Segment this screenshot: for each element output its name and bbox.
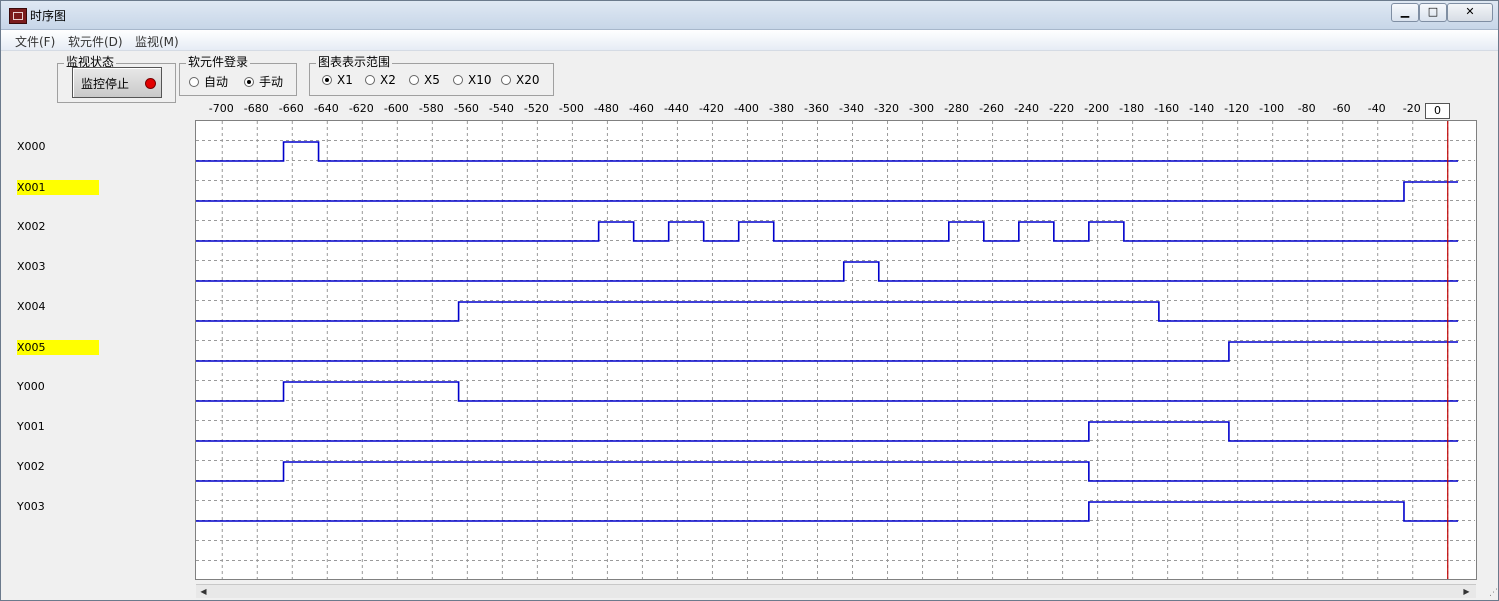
- device-registration-title: 软元件登录: [186, 55, 251, 69]
- axis-tick-label: -260: [979, 102, 1004, 115]
- axis-tick-label: -340: [839, 102, 864, 115]
- axis-tick-label: -60: [1333, 102, 1351, 115]
- monitor-stop-button[interactable]: 监控停止: [72, 67, 162, 98]
- resize-grip-icon[interactable]: ⋰: [1489, 588, 1498, 598]
- timeline-axis: -700 -680 -660 -640 -620 -600 -580 -560 -540 -520…: [209, 102, 1421, 115]
- axis-tick-label: -180: [1119, 102, 1144, 115]
- axis-tick-label: -420: [699, 102, 724, 115]
- minimize-button[interactable]: ▁: [1391, 3, 1419, 22]
- signal-label-y002[interactable]: Y002: [17, 459, 99, 474]
- axis-tick-label: -360: [804, 102, 829, 115]
- timing-chart-area[interactable]: [195, 120, 1477, 580]
- axis-tick-label: -460: [629, 102, 654, 115]
- signal-label-y000[interactable]: Y000: [17, 379, 99, 394]
- radio-x20-label: X20: [516, 73, 540, 87]
- signal-label-x003[interactable]: X003: [17, 259, 99, 274]
- radio-manual-label: 手动: [259, 75, 284, 89]
- radio-x20[interactable]: X20: [501, 73, 540, 87]
- radio-x1[interactable]: X1: [322, 73, 353, 87]
- window-title: 时序图: [30, 9, 67, 23]
- timing-chart-window: 时序图 ▁ □ ✕ 文件(F) 软元件(D) 监视(M) 监视状态 监控停止 软…: [0, 0, 1499, 601]
- axis-tick-label: -240: [1014, 102, 1039, 115]
- horizontal-scrollbar[interactable]: ◀ ▶: [196, 584, 1476, 598]
- radio-x1-label: X1: [337, 73, 353, 87]
- axis-tick-label: -680: [244, 102, 269, 115]
- axis-tick-label: -520: [524, 102, 549, 115]
- signal-label-x001[interactable]: X001: [17, 180, 99, 195]
- axis-tick-label: -560: [454, 102, 479, 115]
- axis-tick-label: -660: [279, 102, 304, 115]
- axis-tick-label: -300: [909, 102, 934, 115]
- axis-tick-label: -160: [1154, 102, 1179, 115]
- radio-circle-icon: [409, 75, 419, 85]
- radio-auto[interactable]: 自动: [189, 73, 228, 90]
- axis-tick-label: -600: [384, 102, 409, 115]
- axis-tick-label: -540: [489, 102, 514, 115]
- signal-label-x004[interactable]: X004: [17, 299, 99, 314]
- maximize-button[interactable]: □: [1419, 3, 1447, 22]
- axis-tick-label: -120: [1224, 102, 1249, 115]
- close-button[interactable]: ✕: [1447, 3, 1493, 22]
- axis-tick-label: -620: [349, 102, 374, 115]
- axis-tick-label: -500: [559, 102, 584, 115]
- menu-monitor[interactable]: 监视(M): [135, 33, 179, 50]
- axis-tick-label: -480: [594, 102, 619, 115]
- scroll-left-icon[interactable]: ◀: [197, 585, 210, 598]
- axis-tick-label: -100: [1259, 102, 1284, 115]
- radio-circle-icon: [453, 75, 463, 85]
- radio-x10[interactable]: X10: [453, 73, 492, 87]
- title-bar[interactable]: 时序图 ▁ □ ✕: [1, 1, 1498, 30]
- radio-x2[interactable]: X2: [365, 73, 396, 87]
- app-icon: [9, 8, 27, 24]
- axis-tick-label: -280: [944, 102, 969, 115]
- menu-bar: 文件(F) 软元件(D) 监视(M): [1, 30, 1498, 51]
- display-range-title: 图表表示范围: [316, 55, 393, 69]
- axis-tick-label: -380: [769, 102, 794, 115]
- radio-auto-label: 自动: [204, 75, 229, 89]
- radio-circle-icon: [189, 76, 199, 87]
- axis-tick-label: -200: [1084, 102, 1109, 115]
- axis-tick-label: -40: [1368, 102, 1386, 115]
- axis-tick-label: -640: [314, 102, 339, 115]
- radio-checked-icon: [244, 76, 254, 87]
- radio-x5-label: X5: [424, 73, 440, 87]
- radio-manual[interactable]: 手动: [244, 73, 283, 90]
- status-led-icon: [145, 78, 156, 89]
- signal-label-x000[interactable]: X000: [17, 139, 99, 154]
- axis-tick-label: -140: [1189, 102, 1214, 115]
- axis-tick-label: -220: [1049, 102, 1074, 115]
- signal-label-x005[interactable]: X005: [17, 340, 99, 355]
- chart-background: [195, 120, 1477, 580]
- radio-circle-icon: [365, 75, 375, 85]
- axis-tick-label: -20: [1403, 102, 1421, 115]
- radio-circle-icon: [501, 75, 511, 85]
- signal-label-y003[interactable]: Y003: [17, 499, 99, 514]
- axis-tick-label: -400: [734, 102, 759, 115]
- scroll-right-icon[interactable]: ▶: [1460, 585, 1473, 598]
- radio-checked-icon: [322, 75, 332, 85]
- axis-tick-label: -440: [664, 102, 689, 115]
- axis-tick-label: -320: [874, 102, 899, 115]
- axis-tick-label: -700: [209, 102, 234, 115]
- axis-tick-label: -580: [419, 102, 444, 115]
- radio-x2-label: X2: [380, 73, 396, 87]
- axis-tick-label: -80: [1298, 102, 1316, 115]
- menu-device[interactable]: 软元件(D): [68, 33, 123, 50]
- monitor-stop-label: 监控停止: [81, 77, 130, 91]
- menu-file[interactable]: 文件(F): [15, 33, 55, 50]
- current-time-box: 0: [1425, 103, 1450, 119]
- signal-label-y001[interactable]: Y001: [17, 419, 99, 434]
- signal-label-x002[interactable]: X002: [17, 219, 99, 234]
- radio-x10-label: X10: [468, 73, 492, 87]
- radio-x5[interactable]: X5: [409, 73, 440, 87]
